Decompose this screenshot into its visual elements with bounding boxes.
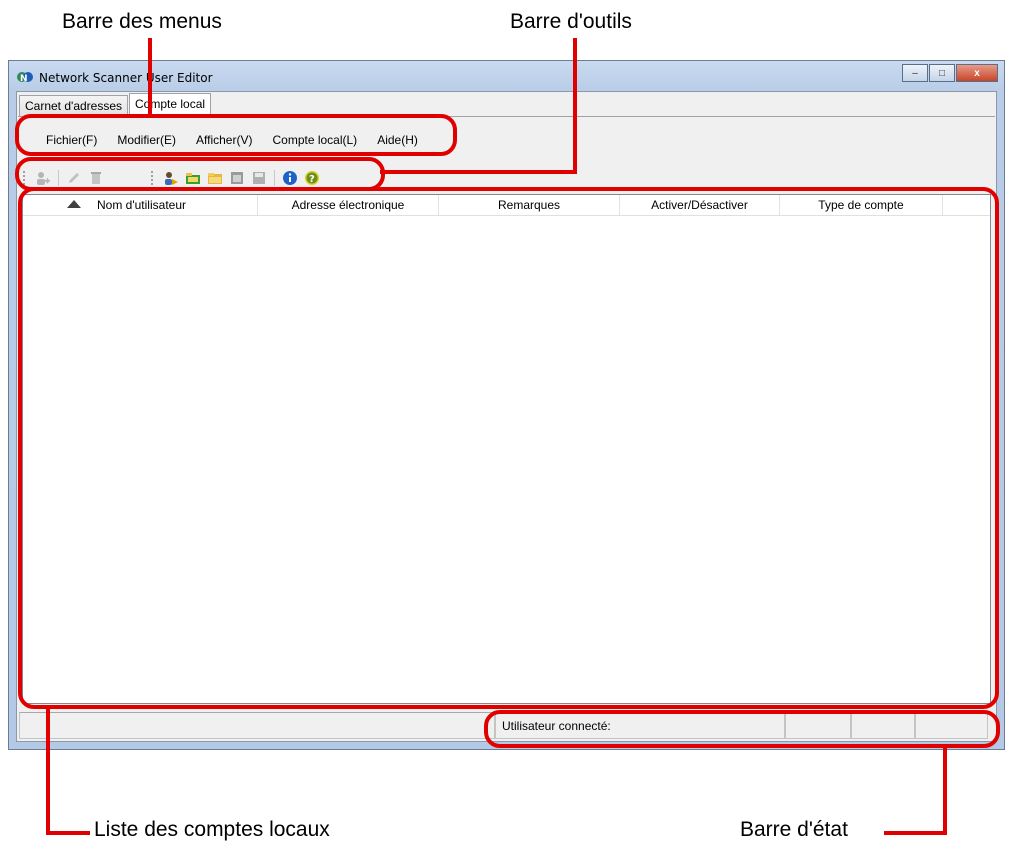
toolbar-separator-2 <box>274 170 275 186</box>
save-icon[interactable] <box>251 170 267 186</box>
column-header-email-label: Adresse électronique <box>291 198 405 212</box>
tab-strip: Carnet d'adresses Compte local <box>19 93 212 117</box>
status-cell-4 <box>915 712 988 739</box>
status-cell-main <box>19 712 495 739</box>
column-header-enable-disable[interactable]: Activer/Désactiver <box>620 195 780 215</box>
column-header-enable-disable-label: Activer/Désactiver <box>651 198 748 212</box>
menu-view[interactable]: Afficher(V) <box>186 133 262 147</box>
help-icon[interactable]: ? <box>304 170 320 186</box>
open-icon[interactable] <box>185 170 201 186</box>
toolbar-grip[interactable] <box>23 171 28 185</box>
maximize-button[interactable]: □ <box>929 64 955 82</box>
tab-address-book[interactable]: Carnet d'adresses <box>19 95 129 116</box>
import-icon[interactable] <box>163 170 179 186</box>
window-icon[interactable] <box>229 170 245 186</box>
callout-statusbar-label: Barre d'état <box>740 818 848 841</box>
sort-ascending-icon <box>67 200 81 208</box>
column-header-account-type[interactable]: Type de compte <box>780 195 943 215</box>
callout-list-label: Liste des comptes locaux <box>94 818 330 841</box>
column-header-account-type-label: Type de compte <box>818 198 904 212</box>
status-logged-user: Utilisateur connecté: <box>495 712 785 739</box>
local-accounts-list[interactable]: Nom d'utilisateur Adresse électronique R… <box>22 194 991 704</box>
list-leader-vertical <box>46 709 50 835</box>
column-header-username-label: Nom d'utilisateur <box>97 198 186 212</box>
column-header-email[interactable]: Adresse électronique <box>258 195 439 215</box>
minimize-icon: – <box>912 67 918 79</box>
callout-toolbar-label: Barre d'outils <box>510 10 632 33</box>
menubar-leader-line <box>148 38 152 118</box>
add-user-icon[interactable] <box>35 170 51 186</box>
toolbar-separator <box>58 170 59 186</box>
toolbar-leader-vertical <box>573 38 577 174</box>
info-icon[interactable] <box>282 170 298 186</box>
column-header-username[interactable]: Nom d'utilisateur <box>23 195 258 215</box>
status-cell-3 <box>851 712 915 739</box>
svg-text:N: N <box>20 74 28 84</box>
status-bar: Utilisateur connecté: <box>19 712 994 739</box>
toolbar-grip-2[interactable] <box>151 171 156 185</box>
app-window: N Network Scanner User Editor – □ x Carn… <box>8 60 1005 750</box>
list-header: Nom d'utilisateur Adresse électronique R… <box>23 195 990 216</box>
tab-panel: Fichier(F) Modifier(E) Afficher(V) Compt… <box>18 116 995 708</box>
client-area: Carnet d'adresses Compte local Fichier(F… <box>16 91 997 742</box>
app-logo-icon: N <box>17 72 33 84</box>
edit-icon[interactable] <box>66 170 82 186</box>
close-button[interactable]: x <box>956 64 998 82</box>
title-bar[interactable]: N Network Scanner User Editor – □ x <box>9 61 1004 91</box>
delete-icon[interactable] <box>88 170 104 186</box>
menu-local-account[interactable]: Compte local(L) <box>262 133 367 147</box>
tab-local-account[interactable]: Compte local <box>129 93 212 117</box>
statusbar-leader-vertical <box>943 745 947 835</box>
statusbar-leader-horizontal <box>884 831 947 835</box>
status-logged-user-label: Utilisateur connecté: <box>502 718 611 733</box>
close-icon: x <box>974 67 980 79</box>
menu-edit[interactable]: Modifier(E) <box>107 133 186 147</box>
status-cell-2 <box>785 712 851 739</box>
column-header-remarks[interactable]: Remarques <box>439 195 620 215</box>
menu-bar: Fichier(F) Modifier(E) Afficher(V) Compt… <box>36 133 428 147</box>
toolbar-leader-horizontal <box>380 170 577 174</box>
window-title: Network Scanner User Editor <box>39 71 213 85</box>
svg-text:?: ? <box>309 174 315 185</box>
list-leader-horizontal <box>46 831 90 835</box>
maximize-icon: □ <box>938 67 946 79</box>
menu-help[interactable]: Aide(H) <box>367 133 428 147</box>
column-header-remarks-label: Remarques <box>497 198 561 212</box>
callout-menubar-label: Barre des menus <box>62 10 222 33</box>
toolbar: ? <box>23 168 323 188</box>
menu-file[interactable]: Fichier(F) <box>36 133 107 147</box>
minimize-button[interactable]: – <box>902 64 928 82</box>
folder-icon[interactable] <box>207 170 223 186</box>
